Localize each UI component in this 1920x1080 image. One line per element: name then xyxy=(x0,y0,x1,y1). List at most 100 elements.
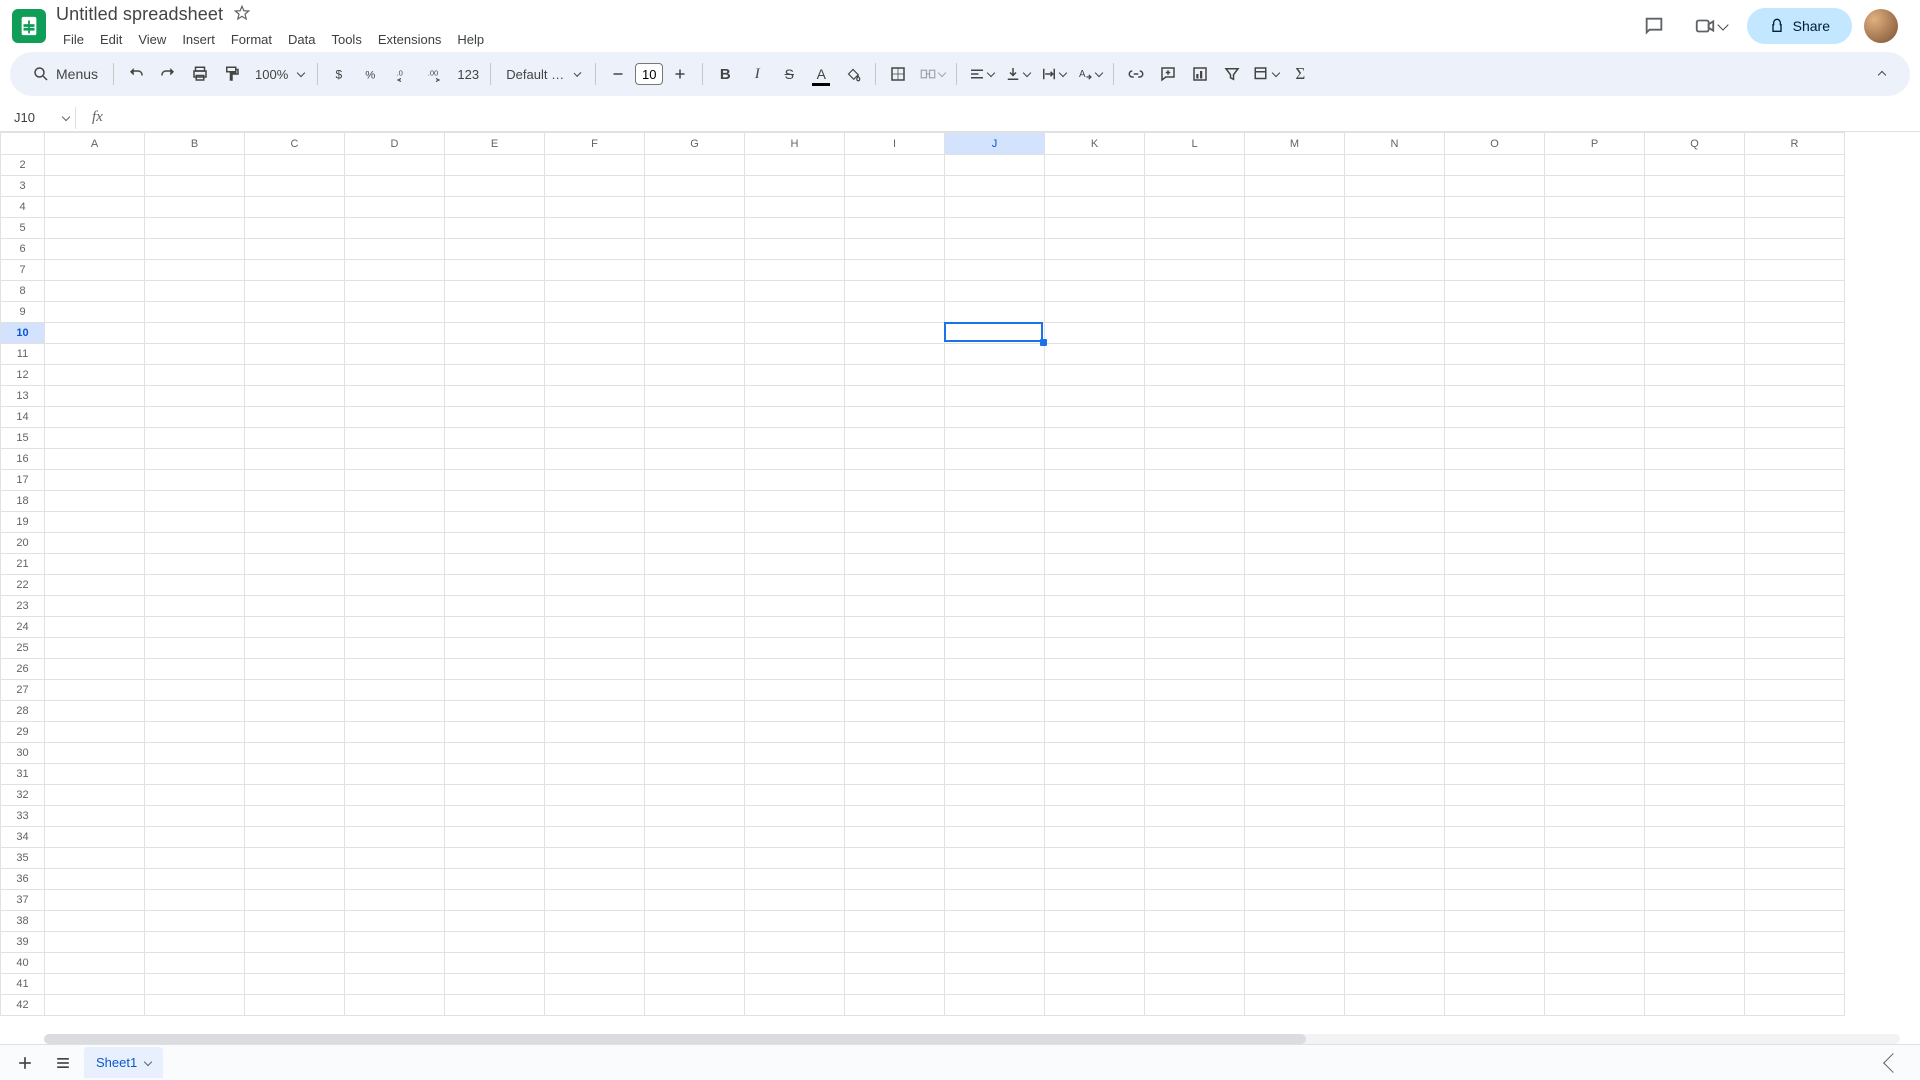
cell[interactable] xyxy=(1045,659,1145,680)
cell[interactable] xyxy=(1545,869,1645,890)
cell[interactable] xyxy=(945,386,1045,407)
cell[interactable] xyxy=(945,323,1045,344)
font-size-input[interactable] xyxy=(635,63,663,85)
cell[interactable] xyxy=(1745,869,1845,890)
cell[interactable] xyxy=(545,722,645,743)
cell[interactable] xyxy=(945,239,1045,260)
cell[interactable] xyxy=(1745,218,1845,239)
cell[interactable] xyxy=(1145,197,1245,218)
cell[interactable] xyxy=(1645,953,1745,974)
cell[interactable] xyxy=(445,869,545,890)
cell[interactable] xyxy=(445,743,545,764)
cell[interactable] xyxy=(1645,764,1745,785)
cell[interactable] xyxy=(1045,596,1145,617)
cell[interactable] xyxy=(1745,323,1845,344)
cell[interactable] xyxy=(1145,512,1245,533)
cell[interactable] xyxy=(1545,449,1645,470)
cell[interactable] xyxy=(945,575,1045,596)
cell[interactable] xyxy=(1045,344,1145,365)
cell[interactable] xyxy=(45,617,145,638)
cell[interactable] xyxy=(1045,785,1145,806)
cell[interactable] xyxy=(545,953,645,974)
explore-collapse-button[interactable] xyxy=(1883,1053,1903,1073)
cell[interactable] xyxy=(1745,764,1845,785)
cell[interactable] xyxy=(145,260,245,281)
cell[interactable] xyxy=(345,974,445,995)
column-header[interactable]: I xyxy=(845,133,945,155)
cell[interactable] xyxy=(1745,302,1845,323)
cell[interactable] xyxy=(345,995,445,1016)
cell[interactable] xyxy=(1645,218,1745,239)
cell[interactable] xyxy=(1045,512,1145,533)
cell[interactable] xyxy=(245,722,345,743)
cell[interactable] xyxy=(1545,323,1645,344)
cell[interactable] xyxy=(645,533,745,554)
cell[interactable] xyxy=(1745,785,1845,806)
cell[interactable] xyxy=(1745,176,1845,197)
cell[interactable] xyxy=(145,428,245,449)
cell[interactable] xyxy=(1145,680,1245,701)
cell[interactable] xyxy=(1045,617,1145,638)
horizontal-scrollbar[interactable] xyxy=(44,1034,1900,1044)
cell[interactable] xyxy=(1245,722,1345,743)
cell[interactable] xyxy=(645,722,745,743)
zoom-dropdown[interactable]: 100% xyxy=(249,59,310,89)
cell[interactable] xyxy=(1245,491,1345,512)
cell[interactable] xyxy=(1245,911,1345,932)
cell[interactable] xyxy=(145,680,245,701)
cell[interactable] xyxy=(1145,701,1245,722)
cell[interactable] xyxy=(145,827,245,848)
cell[interactable] xyxy=(445,512,545,533)
cell[interactable] xyxy=(45,701,145,722)
cell[interactable] xyxy=(1645,533,1745,554)
cell[interactable] xyxy=(145,806,245,827)
cell[interactable] xyxy=(445,890,545,911)
insert-comment-button[interactable] xyxy=(1153,59,1183,89)
cell[interactable] xyxy=(1345,197,1445,218)
cell[interactable] xyxy=(545,302,645,323)
cell[interactable] xyxy=(845,491,945,512)
cell[interactable] xyxy=(1645,407,1745,428)
cell[interactable] xyxy=(1745,680,1845,701)
cell[interactable] xyxy=(45,575,145,596)
cell[interactable] xyxy=(1145,890,1245,911)
cell[interactable] xyxy=(1445,365,1545,386)
cell[interactable] xyxy=(1445,890,1545,911)
cell[interactable] xyxy=(245,512,345,533)
cell[interactable] xyxy=(1245,743,1345,764)
cell[interactable] xyxy=(645,491,745,512)
cell[interactable] xyxy=(145,575,245,596)
cell[interactable] xyxy=(1745,722,1845,743)
cell[interactable] xyxy=(1645,722,1745,743)
strikethrough-button[interactable]: S xyxy=(774,59,804,89)
cell[interactable] xyxy=(345,722,445,743)
cell[interactable] xyxy=(1245,407,1345,428)
cell[interactable] xyxy=(1245,617,1345,638)
cell[interactable] xyxy=(1645,827,1745,848)
cell[interactable] xyxy=(845,449,945,470)
cell[interactable] xyxy=(845,680,945,701)
cell[interactable] xyxy=(1145,596,1245,617)
cell[interactable] xyxy=(545,890,645,911)
cell[interactable] xyxy=(1345,638,1445,659)
cell[interactable] xyxy=(545,449,645,470)
cell[interactable] xyxy=(1145,239,1245,260)
cell[interactable] xyxy=(1345,596,1445,617)
cell[interactable] xyxy=(1045,701,1145,722)
cell[interactable] xyxy=(1145,785,1245,806)
cell[interactable] xyxy=(845,995,945,1016)
cell[interactable] xyxy=(645,281,745,302)
cell[interactable] xyxy=(1145,617,1245,638)
cell[interactable] xyxy=(1145,449,1245,470)
cell[interactable] xyxy=(1645,680,1745,701)
cell[interactable] xyxy=(745,386,845,407)
cell[interactable] xyxy=(1045,932,1145,953)
cell[interactable] xyxy=(145,890,245,911)
cell[interactable] xyxy=(745,428,845,449)
cell[interactable] xyxy=(1245,827,1345,848)
cell[interactable] xyxy=(245,344,345,365)
cell[interactable] xyxy=(545,260,645,281)
cell[interactable] xyxy=(645,617,745,638)
cell[interactable] xyxy=(1645,974,1745,995)
borders-button[interactable] xyxy=(883,59,913,89)
